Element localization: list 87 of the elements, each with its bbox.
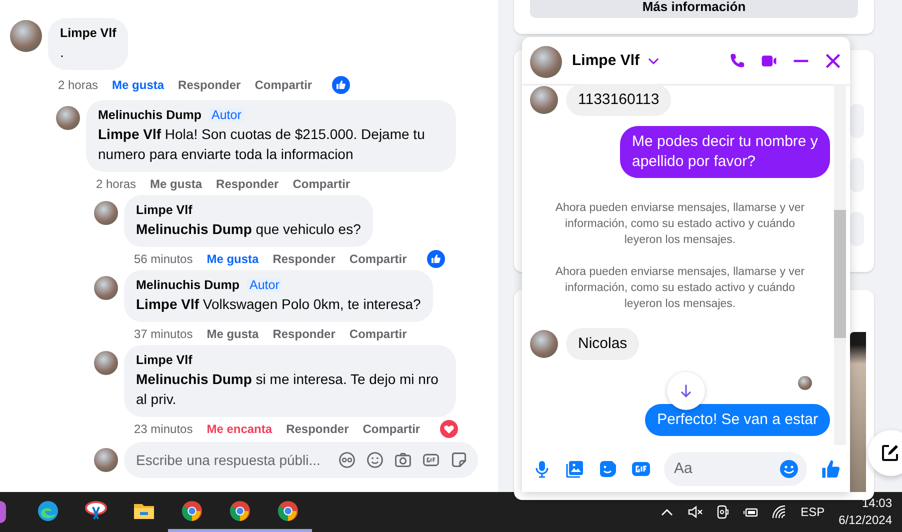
commenter-name[interactable]: Melinuchis Dump xyxy=(136,278,240,292)
reply-link[interactable]: Responder xyxy=(286,422,349,436)
avatar xyxy=(530,330,558,358)
app-icon[interactable] xyxy=(0,501,6,523)
message-field[interactable]: Aa xyxy=(664,452,807,486)
camera-icon[interactable] xyxy=(714,504,731,520)
sticker-icon[interactable] xyxy=(450,451,468,469)
comment-time[interactable]: 23 minutos xyxy=(134,422,193,436)
avatar[interactable] xyxy=(56,106,80,130)
avatar[interactable] xyxy=(94,276,118,300)
avatar[interactable] xyxy=(530,46,562,78)
close-icon[interactable] xyxy=(824,52,842,70)
new-message-button[interactable] xyxy=(868,430,902,476)
avatar xyxy=(530,86,558,114)
reaction-link[interactable]: Me gusta xyxy=(112,78,164,92)
browser-icon[interactable] xyxy=(276,498,300,522)
image-icon[interactable] xyxy=(565,458,585,478)
reply-link[interactable]: Responder xyxy=(178,78,241,92)
reply-placeholder: Escribe una respuesta públi... xyxy=(136,452,322,468)
compose-icon xyxy=(880,443,900,463)
wifi-icon[interactable] xyxy=(770,504,787,520)
author-badge: Autor xyxy=(247,278,282,292)
reaction-link[interactable]: Me gusta xyxy=(150,177,202,191)
avatar[interactable] xyxy=(94,201,118,225)
like-reaction-icon[interactable] xyxy=(332,76,350,94)
comment-text: Limpe Vlf Volkswagen Polo 0km, te interesa? xyxy=(136,295,421,314)
message-bubble: Perfecto! Se van a estar xyxy=(645,404,830,436)
share-link[interactable]: Compartir xyxy=(254,78,312,92)
reaction-link[interactable]: Me encanta xyxy=(206,422,272,436)
share-link[interactable]: Compartir xyxy=(362,422,420,436)
read-receipt-avatar xyxy=(798,376,812,390)
scroll-down-button[interactable] xyxy=(667,372,705,410)
message-placeholder: Aa xyxy=(674,460,694,477)
reaction-link[interactable]: Me gusta xyxy=(206,327,259,341)
avatar-sticker-icon[interactable] xyxy=(338,451,356,469)
system-notice: Ahora pueden enviarse mensajes, llamarse y ver información, como su estado activo y cuándo leyeron los mensajes. xyxy=(554,265,806,312)
scrollbar[interactable] xyxy=(834,84,846,445)
scissors-icon[interactable] xyxy=(84,498,108,522)
comment-text: . xyxy=(60,43,65,62)
comment-time[interactable]: 56 minutos xyxy=(134,252,193,266)
avatar[interactable] xyxy=(94,448,118,472)
browser-icon[interactable] xyxy=(228,498,252,522)
chevron-down-icon[interactable] xyxy=(648,56,659,64)
reaction-link[interactable]: Me gusta xyxy=(206,252,259,266)
commenter-name[interactable]: Limpe Vlf xyxy=(136,353,192,367)
comment-time[interactable]: 37 minutos xyxy=(134,327,193,341)
thumbs-up-icon[interactable] xyxy=(820,458,842,480)
chat-title[interactable]: Limpe Vlf xyxy=(572,52,640,69)
reply-link[interactable]: Responder xyxy=(216,177,279,191)
heart-reaction-icon[interactable] xyxy=(440,420,458,438)
sticker-icon[interactable] xyxy=(598,458,618,478)
avatar[interactable] xyxy=(10,20,42,52)
avatar[interactable] xyxy=(94,351,118,375)
share-link[interactable]: Compartir xyxy=(292,177,350,191)
placeholder-block xyxy=(850,158,864,192)
author-badge: Autor xyxy=(209,108,244,122)
system-notice: Ahora pueden enviarse mensajes, llamarse y ver información, como su estado activo y cuándo leyeron los mensajes. xyxy=(554,201,806,248)
comment-text: Melinuchis Dump si me interesa. Te dejo mi nro al priv. xyxy=(136,370,440,409)
comment-text: Limpe Vlf Hola! Son cuotas de $215.000. Dejame tu numero para enviarte toda la informacion xyxy=(98,125,426,164)
placeholder-block xyxy=(850,104,864,138)
message-bubble: Nicolas xyxy=(566,328,640,360)
share-link[interactable]: Compartir xyxy=(349,327,407,341)
commenter-name[interactable]: Limpe Vlf xyxy=(60,26,116,40)
emoji-icon[interactable] xyxy=(779,458,799,478)
like-reaction-icon[interactable] xyxy=(426,250,445,268)
reply-link[interactable]: Responder xyxy=(272,327,336,341)
commenter-name[interactable]: Melinuchis Dump xyxy=(98,108,202,122)
language-indicator[interactable]: ESP xyxy=(800,505,825,519)
comment-text: Melinuchis Dump que vehiculo es? xyxy=(136,220,361,239)
message-bubble: 1133160113 xyxy=(566,84,672,116)
reply-field[interactable]: Escribe una respuesta públi... xyxy=(124,442,478,478)
reply-link[interactable]: Responder xyxy=(272,252,336,266)
browser-icon[interactable] xyxy=(36,498,60,522)
emoji-icon[interactable] xyxy=(366,451,384,469)
more-info-button[interactable]: Más información xyxy=(530,0,858,18)
browser-icon[interactable] xyxy=(180,498,204,522)
commenter-name[interactable]: Limpe Vlf xyxy=(136,203,192,217)
gif-icon[interactable] xyxy=(422,451,440,469)
comment-time[interactable]: 2 horas xyxy=(96,177,136,191)
share-link[interactable]: Compartir xyxy=(349,252,407,266)
muted-speaker-icon[interactable] xyxy=(686,504,703,520)
clock-time[interactable]: 14:03 xyxy=(862,495,892,512)
phone-icon[interactable] xyxy=(728,52,746,70)
clock-date[interactable]: 6/12/2024 xyxy=(838,512,892,529)
message-bubble: Me podes decir tu nombre y apellido por favor? xyxy=(620,126,830,178)
placeholder-block xyxy=(850,212,864,246)
comment-time[interactable]: 2 horas xyxy=(58,78,98,92)
